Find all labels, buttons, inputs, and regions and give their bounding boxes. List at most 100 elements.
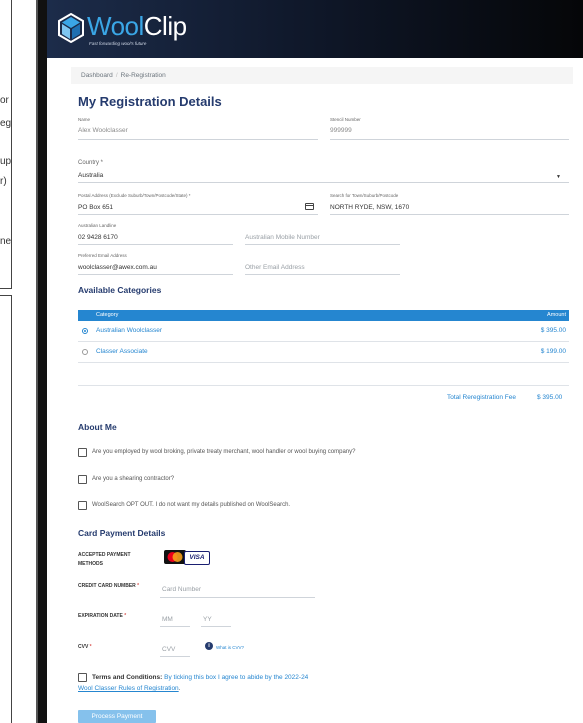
expiration-label: EXPIRATION DATE * xyxy=(78,613,126,619)
window-border xyxy=(38,0,47,723)
landline-underline xyxy=(78,244,233,245)
cvv-label: CVV * xyxy=(78,644,92,650)
logo-word-wool: Wool xyxy=(87,11,144,41)
rules-of-registration-link[interactable]: Wool Classer Rules of Registration xyxy=(78,685,179,692)
about-me-title: About Me xyxy=(78,422,117,432)
process-payment-button[interactable]: Process Payment xyxy=(78,710,156,723)
suburb-search-field[interactable]: NORTH RYDE, NSW, 1670 xyxy=(330,204,409,211)
postal-address-underline xyxy=(78,214,318,215)
name-field[interactable]: Alex Woolclasser xyxy=(78,127,128,134)
country-select[interactable]: Australia xyxy=(78,172,103,179)
info-icon[interactable]: i xyxy=(205,642,213,650)
background-text-fragment: up xyxy=(0,156,12,167)
background-panel-bottom xyxy=(0,295,12,723)
mobile-underline xyxy=(245,244,400,245)
name-label: Name xyxy=(78,117,91,122)
woolsearch-optout-label: WoolSearch OPT OUT. I do not want my det… xyxy=(92,502,291,508)
other-email-field[interactable]: Other Email Address xyxy=(245,264,305,271)
mastercard-icon xyxy=(164,550,186,564)
terms-end: . xyxy=(178,685,181,692)
postal-address-label: Postal Address (Exclude Suburb/Town/Post… xyxy=(78,193,191,198)
category-row-associate[interactable]: Classer Associate $ 199.00 xyxy=(78,343,569,363)
terms-checkbox[interactable] xyxy=(78,673,87,682)
stencil-field[interactable]: 999999 xyxy=(330,127,352,134)
woolsearch-optout-checkbox[interactable] xyxy=(78,501,87,510)
breadcrumb-dashboard[interactable]: Dashboard xyxy=(81,72,113,79)
categories-title: Available Categories xyxy=(78,285,162,295)
suburb-search-underline xyxy=(330,214,569,215)
landline-field[interactable]: 02 9428 6170 xyxy=(78,234,118,241)
categories-table-header: Category Amount xyxy=(78,310,569,321)
accepted-methods-line2: METHODS xyxy=(78,561,103,567)
column-header-amount: Amount xyxy=(547,312,566,318)
address-card-icon xyxy=(305,203,314,210)
terms-heading: Terms and Conditions: xyxy=(92,674,163,681)
required-mark: * xyxy=(89,644,92,650)
card-number-label-text: CREDIT CARD NUMBER xyxy=(78,583,136,589)
category-radio[interactable] xyxy=(82,349,88,355)
expiry-year-underline xyxy=(201,626,231,627)
category-amount: $ 395.00 xyxy=(540,327,566,334)
background-text-fragment: ne xyxy=(0,236,12,247)
total-fee-label: Total Reregistration Fee xyxy=(447,394,517,401)
terms-body: By ticking this box I agree to abide by … xyxy=(164,674,309,681)
terms-text: Terms and Conditions: By ticking this bo… xyxy=(78,672,352,694)
breadcrumb-separator: / xyxy=(115,72,118,79)
employed-checkbox[interactable] xyxy=(78,448,87,457)
background-text-fragment: or xyxy=(0,95,9,106)
category-name: Australian Woolclasser xyxy=(96,327,162,334)
shearing-contractor-question: Are you a shearing contractor? xyxy=(92,476,175,482)
postal-address-field[interactable]: PO Box 651 xyxy=(78,204,113,211)
cvv-label-text: CVV xyxy=(78,644,89,650)
shearing-contractor-checkbox[interactable] xyxy=(78,475,87,484)
total-fee-value: $ 395.00 xyxy=(537,394,563,401)
stencil-field-underline xyxy=(330,139,569,140)
email-label: Preferred Email Address xyxy=(78,253,127,258)
cvv-underline xyxy=(160,656,190,657)
accepted-methods-line1: ACCEPTED PAYMENT xyxy=(78,552,131,558)
woolclip-logo-icon[interactable] xyxy=(58,13,84,43)
what-is-cvv-link[interactable]: What is CVV? xyxy=(216,645,244,650)
logo-word-clip: Clip xyxy=(143,11,187,41)
card-number-underline xyxy=(160,597,315,598)
employed-question: Are you employed by wool broking, privat… xyxy=(92,449,356,455)
category-radio-selected[interactable] xyxy=(82,328,88,334)
header-bar: WoolClip Fast forwarding wool's future xyxy=(47,0,583,58)
woolclip-page: WoolClip Fast forwarding wool's future D… xyxy=(47,0,583,723)
suburb-search-label: Search for Town/Suburb/Postcode xyxy=(330,193,399,198)
total-divider xyxy=(78,385,569,386)
woolclip-logo-text[interactable]: WoolClip xyxy=(87,12,187,40)
category-amount: $ 199.00 xyxy=(540,348,566,355)
category-name: Classer Associate xyxy=(96,348,148,355)
background-window: or eg up r) ne xyxy=(0,0,36,723)
column-header-category: Category xyxy=(96,312,119,318)
landline-label: Australian Landline xyxy=(78,223,117,228)
country-select-underline xyxy=(78,182,569,183)
background-text-fragment: r) xyxy=(0,176,7,187)
card-number-label: CREDIT CARD NUMBER * xyxy=(78,583,139,589)
cvv-input[interactable]: CVV xyxy=(162,646,175,653)
email-underline xyxy=(78,274,233,275)
logo-tagline: Fast forwarding wool's future xyxy=(89,41,147,46)
accepted-methods-label: ACCEPTED PAYMENT METHODS xyxy=(78,552,131,567)
expiry-year-input[interactable]: YY xyxy=(203,616,212,623)
country-label: Country * xyxy=(78,160,104,166)
expiry-month-underline xyxy=(160,626,190,627)
other-email-underline xyxy=(245,274,400,275)
expiry-month-input[interactable]: MM xyxy=(162,616,173,623)
page-title: My Registration Details xyxy=(78,94,222,109)
chevron-down-icon[interactable]: ▼ xyxy=(556,174,561,180)
breadcrumb-current: Re-Registration xyxy=(120,72,166,79)
stencil-label: Stencil Number xyxy=(330,117,361,122)
expiration-label-text: EXPIRATION DATE xyxy=(78,613,123,619)
email-field[interactable]: woolclasser@awex.com.au xyxy=(78,264,157,271)
category-row-woolclasser[interactable]: Australian Woolclasser $ 395.00 xyxy=(78,322,569,342)
visa-icon: VISA xyxy=(184,551,210,565)
card-number-input[interactable]: Card Number xyxy=(162,586,201,593)
background-text-fragment: eg xyxy=(0,118,12,129)
required-mark: * xyxy=(124,613,127,619)
card-payment-title: Card Payment Details xyxy=(78,528,166,538)
required-mark: * xyxy=(137,583,140,589)
name-field-underline xyxy=(78,139,318,140)
mobile-field[interactable]: Australian Mobile Number xyxy=(245,234,320,241)
